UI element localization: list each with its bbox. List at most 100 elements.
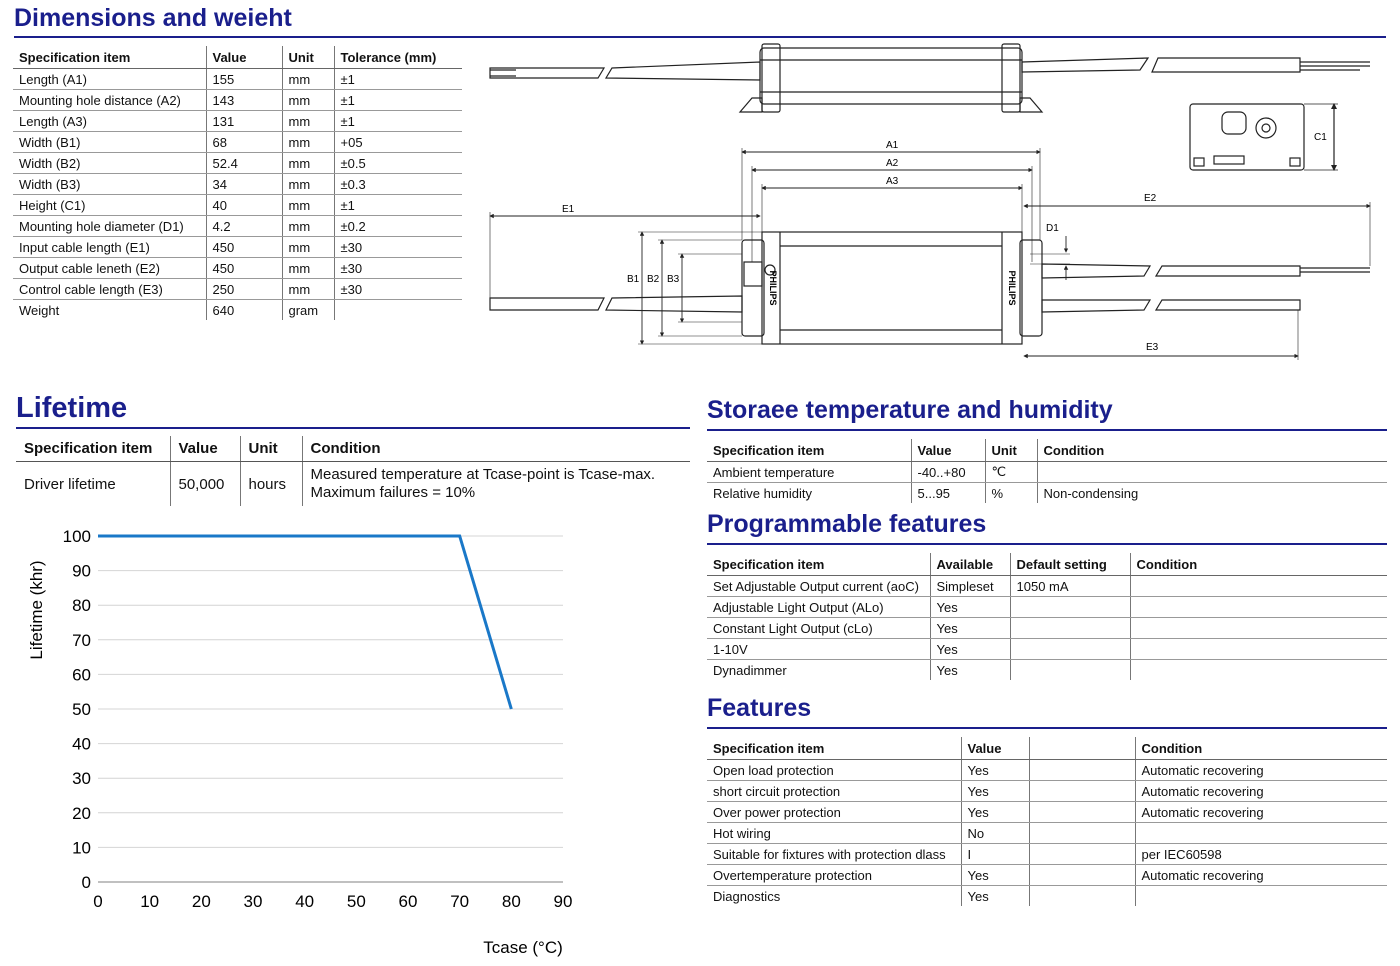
col-unit: Unit [239,436,302,462]
col-condition: Condition [1036,439,1387,462]
table-cell: Mounting hole diameter (D1) [13,215,206,237]
table-cell: Width (B2) [13,152,206,174]
table-cell [1009,659,1130,680]
y-tick-label: 70 [72,631,91,650]
x-tick-label: 30 [244,892,263,911]
dimensions-table: Specification item Value Unit Tolerance … [13,46,462,320]
lifetime-unit: hours [239,461,302,506]
table-cell: % [984,482,1037,503]
table-row: Output cable leneth (E2) 450 mm ±30 [13,257,462,279]
y-tick-label: 10 [72,838,91,857]
programmable-table: Specification item Available Default set… [707,553,1387,680]
chart-y-label: Lifetime (khr) [27,560,46,659]
table-cell: Hot wiring [707,822,961,844]
table-cell: Relative humidity [713,485,812,501]
table-cell: 5...95 [910,482,985,503]
dimensions-title: Dimensions and weieht [14,4,292,32]
table-row: Set Adjustable Output current (aoC) Simpl… [707,575,1387,597]
table-cell: mm [281,215,334,237]
table-cell: mm [281,152,334,174]
label-a1: A1 [886,140,899,151]
table-cell [333,299,462,320]
table-cell: 1050 mA [1009,575,1130,597]
table-cell: Length (A3) [13,110,206,132]
table-cell: 450 [205,236,282,258]
features-body: Open load protection Yes Automatic recover… [707,759,1387,906]
table-cell: mm [281,173,334,195]
chart-x-label: Tcase (°C) [483,938,563,957]
features-header-row: Specification item Value Condition [707,737,1387,760]
table-cell: mm [281,68,334,90]
table-cell: mm [281,89,334,111]
y-tick-label: 90 [72,562,91,581]
dimension-drawing: C1 PHILIPS PHILIPS A1 A2 A3 E1 E2 E3 D1 … [489,43,1371,360]
table-cell: Output cable leneth (E2) [13,257,206,279]
brand-right: PHILIPS [1007,270,1017,305]
programmable-title: Programmable features [707,510,987,538]
table-cell [1009,638,1130,660]
table-cell: Diagnostics [713,888,781,904]
x-tick-label: 40 [295,892,314,911]
table-cell: short circuit protection [707,780,961,802]
lifetime-condition-line1: Measured temperature at Tcase-point is T… [310,466,656,483]
table-row: Weight 640 gram [13,299,462,320]
table-cell: Length (A1) [13,68,206,90]
col-value: Value [169,436,240,462]
table-cell: Yes [960,759,1029,781]
label-d1: D1 [1046,223,1059,234]
table-cell: Automatic recovering [1134,780,1387,802]
table-cell: ±0.3 [333,173,462,195]
programmable-rule [707,543,1387,545]
table-cell: per IEC60598 [1134,843,1387,865]
table-cell: ±0.2 [333,215,462,237]
table-cell: Yes [960,864,1029,886]
label-e2: E2 [1144,193,1157,204]
table-cell: Control cable length (E3) [13,278,206,300]
table-cell: Yes [929,596,1010,618]
chart-y-ticks: 0 10 20 30 40 50 60 70 80 90 100 [63,527,91,892]
table-cell [1028,885,1135,906]
label-a3: A3 [886,176,899,187]
label-a2: A2 [886,158,899,169]
table-row: Ambient temperature -40..+80 ℃ [707,461,1387,483]
table-cell: Weight [19,302,60,318]
table-cell [1009,596,1130,618]
table-row: Over power protection Yes Automatic recove… [707,801,1387,823]
table-cell: Set Adjustable Output current (aoC) [707,575,930,597]
col-condition: Condition [1129,553,1387,576]
table-cell: Input cable length (E1) [13,236,206,258]
table-row: 1-10V Yes [707,638,1387,660]
table-cell: Constant Light Output (cLo) [707,617,930,639]
table-cell: ±30 [333,236,462,258]
features-title: Features [707,694,812,722]
table-row: Input cable length (E1) 450 mm ±30 [13,236,462,258]
col-spec-item: Specification item [707,439,911,462]
label-e3: E3 [1146,342,1159,353]
table-cell: 143 [205,89,282,111]
table-row: Dynadimmer Yes [707,659,1387,680]
table-row: Mounting hole distance (A2) 143 mm ±1 [13,89,462,111]
table-cell: Yes [960,885,1029,906]
table-cell: Adjustable Light Output (ALo) [707,596,930,618]
col-condition: Condition [301,436,690,462]
table-row: Suitable for fixtures with protection dl… [707,843,1387,865]
table-row: Length (A1) 155 mm ±1 [13,68,462,90]
x-tick-label: 20 [192,892,211,911]
table-cell: No [960,822,1029,844]
lifetime-value: 50,000 [169,461,240,506]
label-e1: E1 [562,204,575,215]
table-cell: 40 [205,194,282,216]
x-tick-label: 80 [502,892,521,911]
col-spec-item: Specification item [13,46,206,69]
table-row: Constant Light Output (cLo) Yes [707,617,1387,639]
y-tick-label: 100 [63,527,91,546]
table-cell: ±1 [333,89,462,111]
table-cell: gram [281,299,334,320]
table-cell: mm [281,131,334,153]
x-tick-label: 60 [399,892,418,911]
programmable-header-row: Specification item Available Default set… [707,553,1387,576]
table-cell: Automatic recovering [1134,759,1387,781]
table-cell: mm [281,278,334,300]
dimensions-header-row: Specification item Value Unit Tolerance … [13,46,462,69]
table-cell [1028,759,1135,781]
